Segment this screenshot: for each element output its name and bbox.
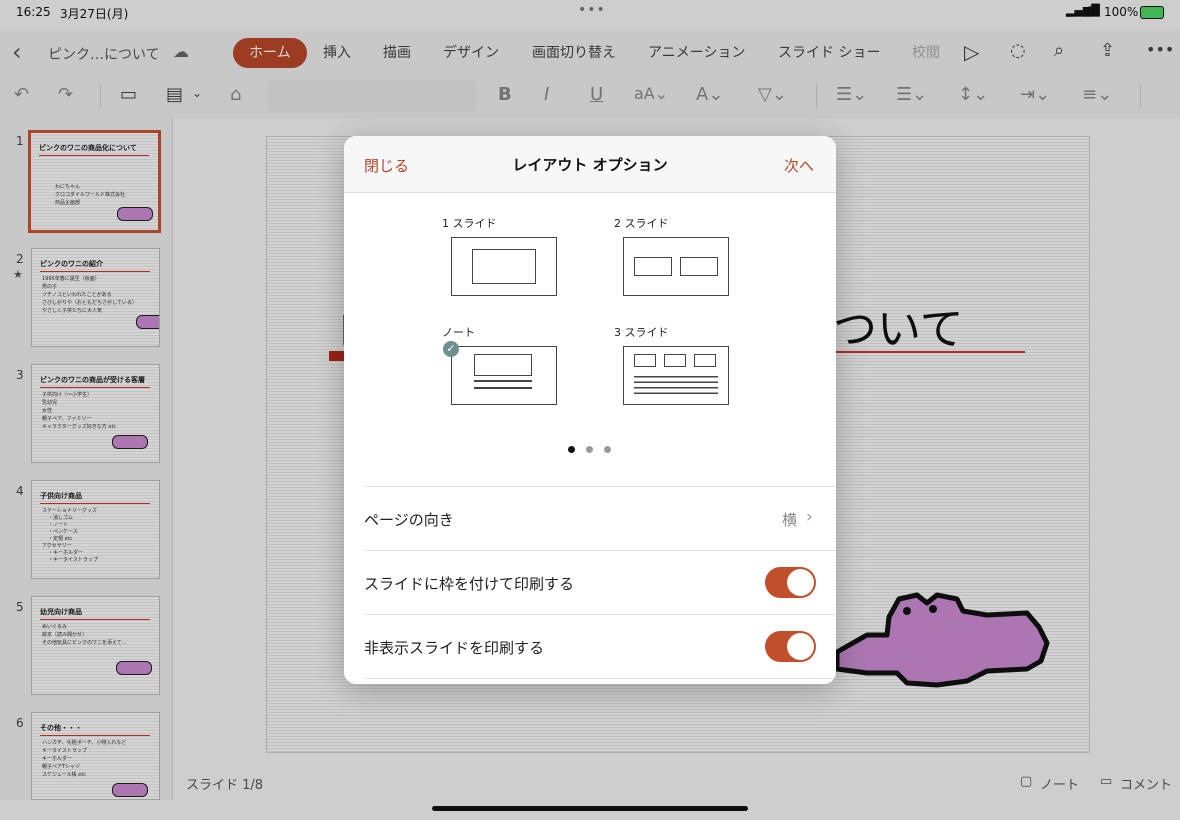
option-label: ノート: [442, 326, 475, 339]
row-value: 横: [782, 511, 798, 529]
slide-glyph: [694, 354, 716, 367]
divider: [364, 678, 836, 679]
layout-option-notes[interactable]: [451, 346, 557, 405]
slide-glyph: [664, 354, 686, 367]
dialog-title: レイアウト オプション: [512, 156, 668, 174]
chevron-right-icon: ›: [806, 507, 813, 527]
next-button[interactable]: 次へ: [784, 155, 814, 176]
slide-glyph: [474, 354, 532, 376]
option-label: 3 スライド: [614, 326, 669, 339]
print-frame-row: スライドに枠を付けて印刷する: [364, 550, 836, 615]
toggle-knob: [787, 633, 814, 660]
row-label: ページの向き: [364, 511, 454, 529]
slide-glyph: [680, 257, 718, 276]
page-orientation-row[interactable]: ページの向き 横 ›: [364, 486, 836, 551]
layout-options-dialog: 閉じる レイアウト オプション 次へ 1 スライド 2 スライド ノート ✓ 3…: [344, 136, 836, 684]
toggle-knob: [787, 569, 814, 596]
checkmark-icon: ✓: [443, 341, 459, 357]
layout-option-3-slides[interactable]: [623, 346, 729, 405]
print-frame-toggle[interactable]: [765, 567, 816, 598]
note-lines: [634, 372, 718, 394]
slide-glyph: [634, 354, 656, 367]
row-label: スライドに枠を付けて印刷する: [364, 575, 575, 593]
layout-option-2-slides[interactable]: [623, 237, 729, 296]
row-label: 非表示スライドを印刷する: [364, 639, 545, 657]
layout-option-1-slide[interactable]: [451, 237, 557, 296]
print-hidden-slides-row: 非表示スライドを印刷する: [364, 614, 836, 679]
note-line: [474, 380, 532, 382]
print-hidden-slides-toggle[interactable]: [765, 631, 816, 662]
slide-glyph: [472, 249, 536, 284]
note-line: [474, 387, 532, 389]
dialog-header: 閉じる レイアウト オプション 次へ: [344, 136, 836, 193]
slide-glyph: [634, 257, 672, 276]
page-dot[interactable]: [604, 446, 611, 453]
page-dot[interactable]: [586, 446, 593, 453]
page-dot-active[interactable]: [568, 446, 575, 453]
option-label: 1 スライド: [442, 217, 497, 230]
option-label: 2 スライド: [614, 217, 669, 230]
